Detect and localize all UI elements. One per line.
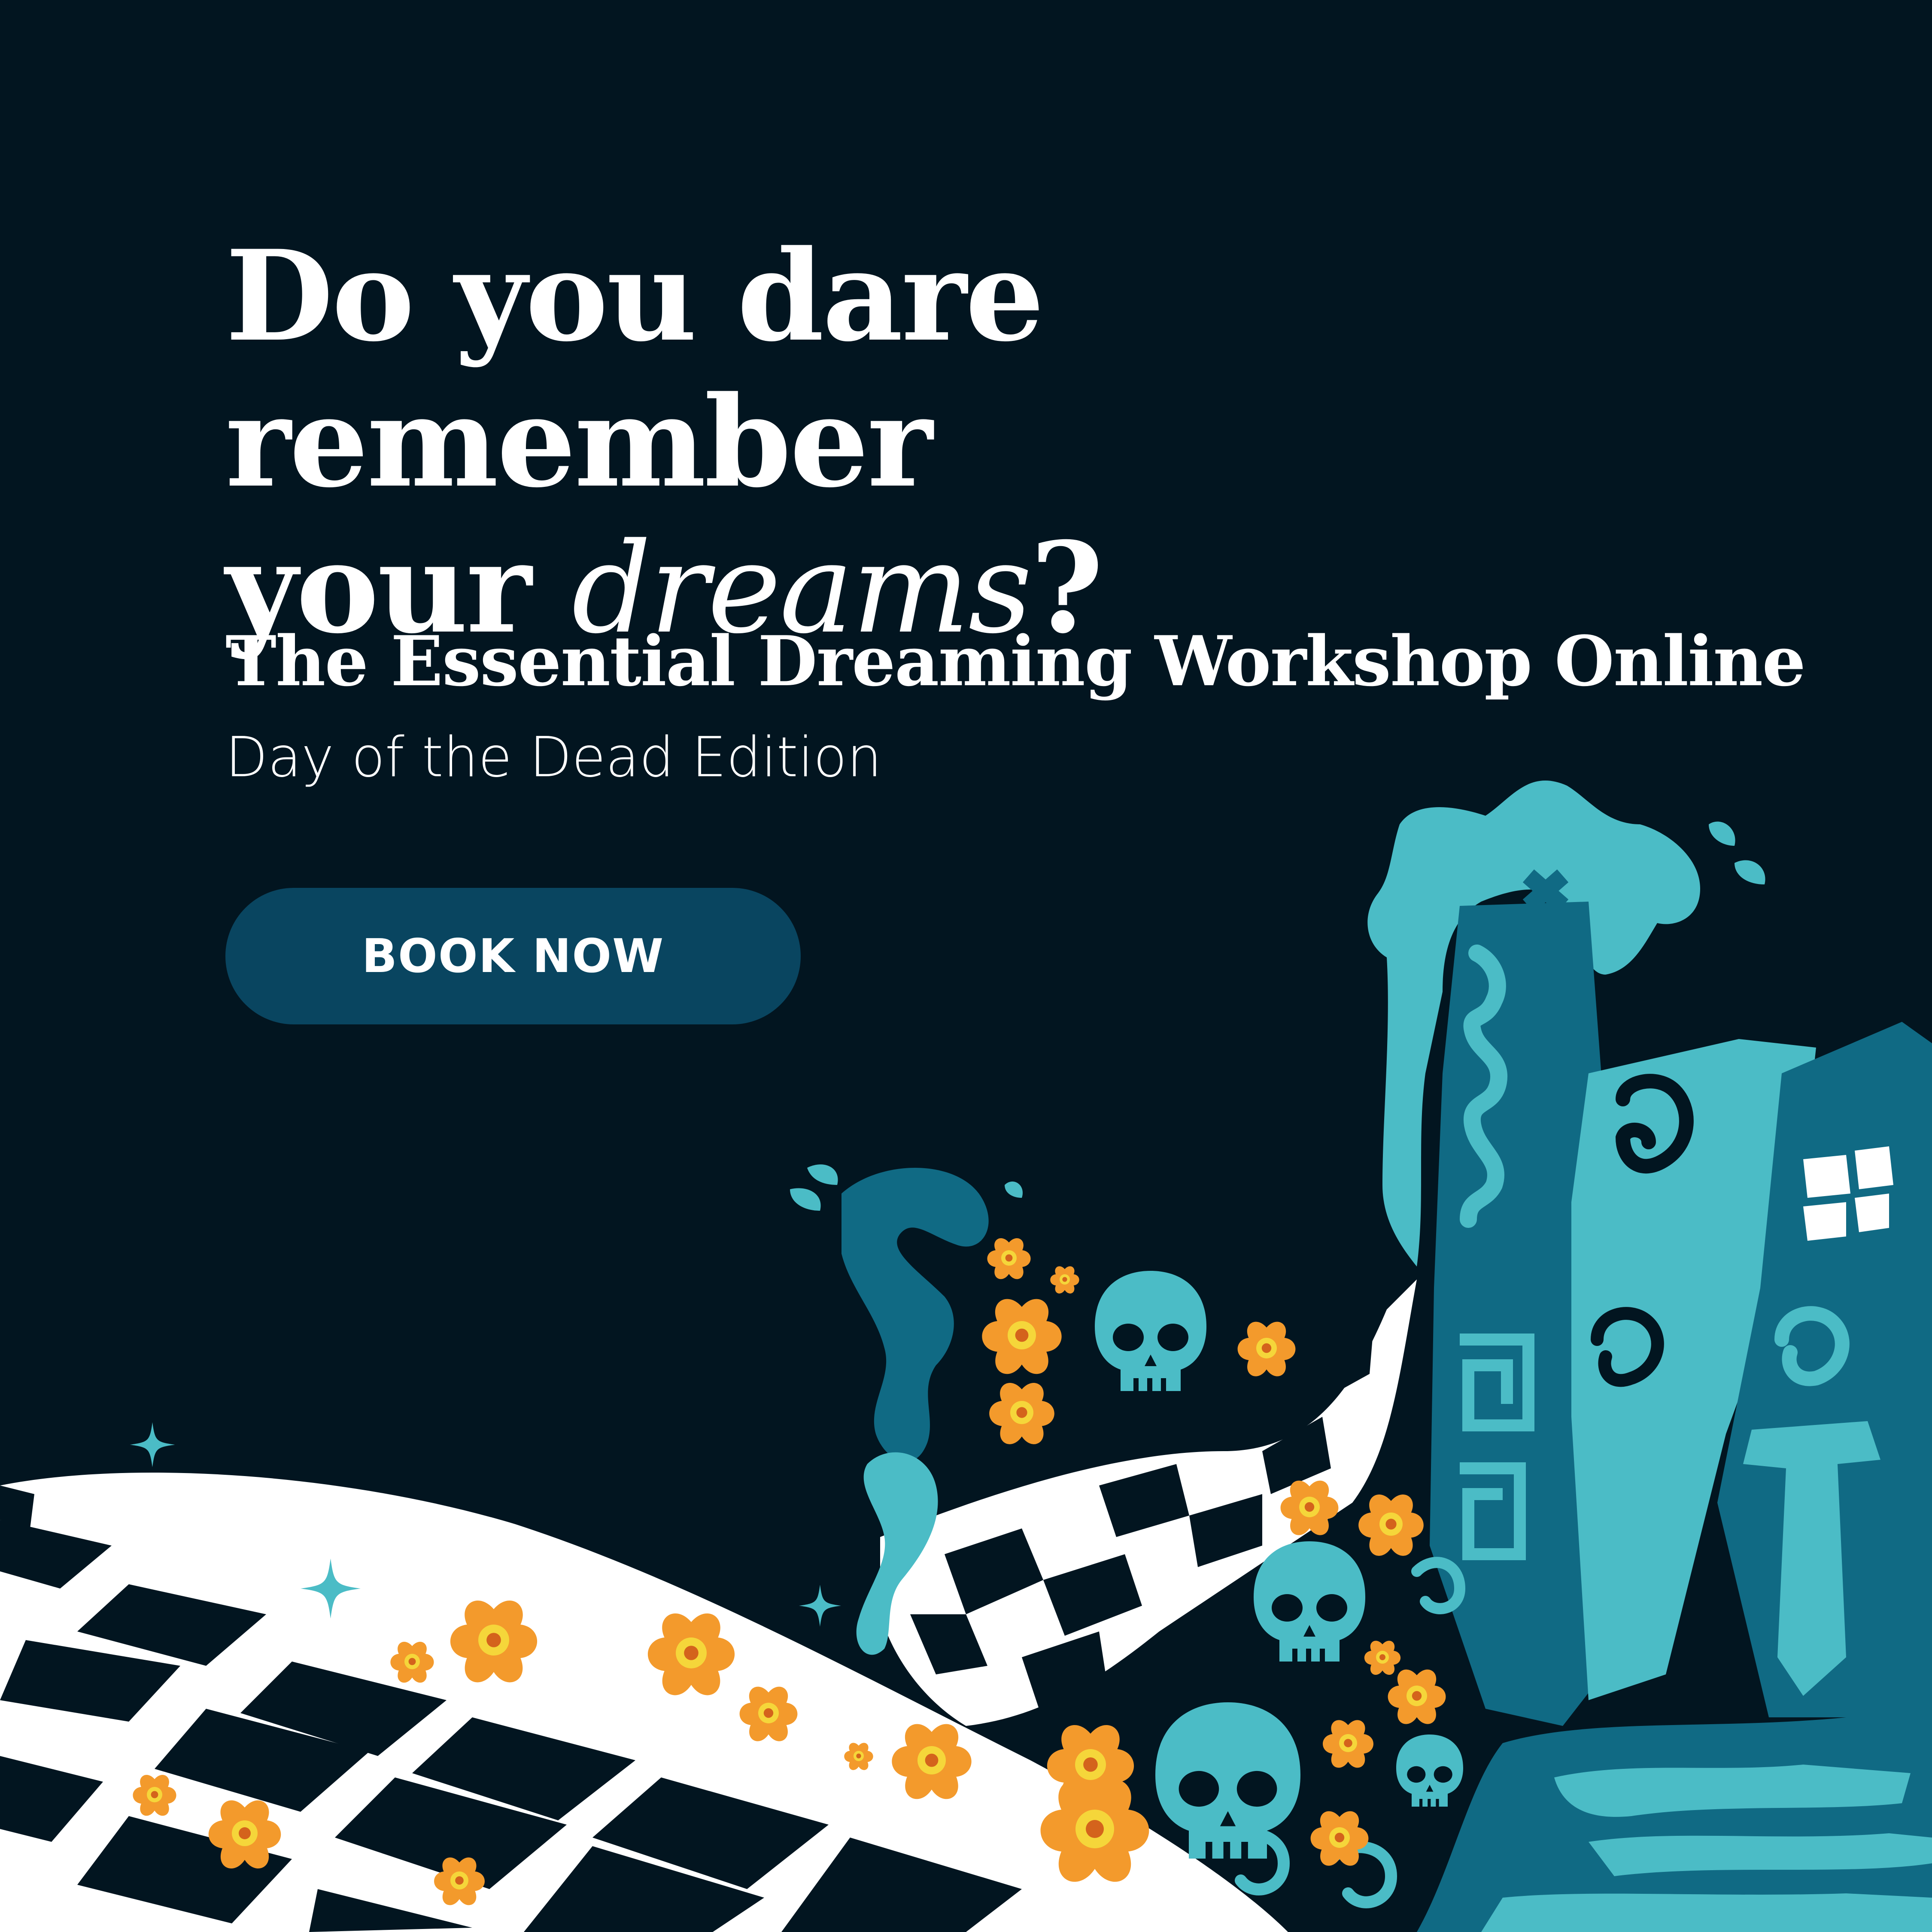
spiral-house — [1367, 781, 1932, 1726]
sparkle-icon — [130, 1422, 175, 1467]
skull-icon — [1155, 1702, 1300, 1859]
sparkle-icon — [799, 1585, 841, 1627]
day-of-dead-illustration — [0, 781, 1932, 1932]
skull-icon — [1095, 1271, 1206, 1391]
skull-icon — [1254, 1541, 1365, 1662]
skull-icon — [1396, 1735, 1463, 1807]
ad-banner: Do you dare remember your dreams? The Es… — [0, 0, 1932, 1932]
